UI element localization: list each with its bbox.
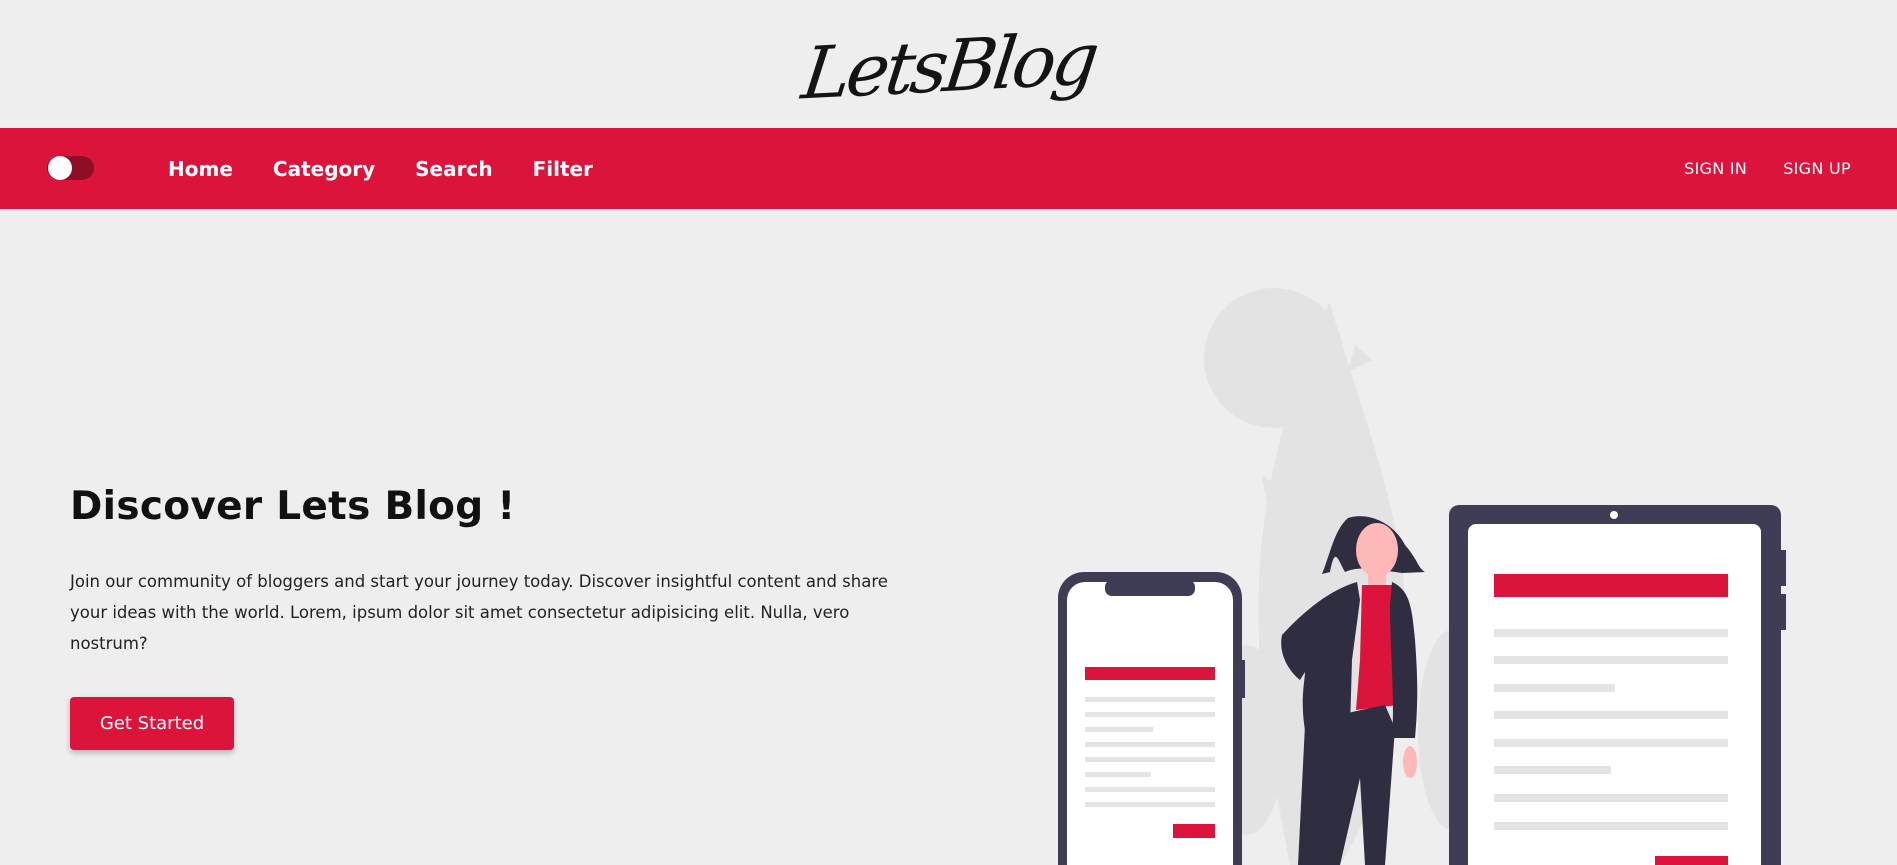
auth-links: SIGN IN SIGN UP <box>1648 128 1851 209</box>
get-started-button[interactable]: Get Started <box>70 697 234 750</box>
theme-toggle-knob <box>48 156 72 180</box>
hero-title: Discover Lets Blog ! <box>70 484 516 529</box>
nav-link-category[interactable]: Category <box>273 157 375 181</box>
sign-in-link[interactable]: SIGN IN <box>1684 159 1747 178</box>
nav-link-home[interactable]: Home <box>168 157 233 181</box>
hero-description: Join our community of bloggers and start… <box>70 572 888 653</box>
logo-bar: LetsBlog <box>0 0 1897 128</box>
tablet-device <box>1449 505 1786 865</box>
sign-up-link[interactable]: SIGN UP <box>1783 159 1851 178</box>
nav-links: Home Category Search Filter <box>168 128 633 209</box>
site-logo[interactable]: LetsBlog <box>797 16 1099 115</box>
nav-link-search[interactable]: Search <box>415 157 492 181</box>
main-navbar: Home Category Search Filter SIGN IN SIGN… <box>0 128 1897 209</box>
theme-toggle[interactable] <box>47 156 94 180</box>
nav-link-filter[interactable]: Filter <box>533 157 593 181</box>
hero-illustration <box>1058 288 1786 865</box>
phone-device <box>1058 572 1245 865</box>
